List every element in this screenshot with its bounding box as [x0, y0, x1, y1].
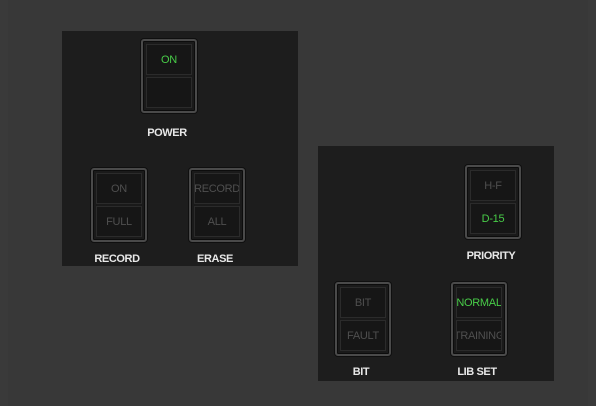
record-switch[interactable]: ON FULL [91, 168, 147, 242]
bit-label: BIT [352, 366, 370, 378]
record-full-legend: FULL [96, 206, 142, 237]
priority-d15-legend: D-15 [470, 203, 516, 234]
erase-all-legend: ALL [194, 206, 240, 237]
record-on-legend: ON [96, 173, 142, 204]
erase-switch[interactable]: RECORD ALL [189, 168, 245, 242]
priority-label: PRIORITY [466, 250, 516, 262]
erase-record-legend: RECORD [194, 173, 240, 204]
right-control-panel: H-F D-15 PRIORITY BIT FAULT BIT NORMAL T… [318, 146, 554, 381]
power-on-legend: ON [146, 44, 192, 75]
fault-legend: FAULT [340, 320, 386, 351]
left-control-panel: ON POWER ON FULL RECORD RECORD ALL ERASE [62, 31, 298, 266]
lib-set-switch[interactable]: NORMAL TRAINING [451, 282, 507, 356]
record-label: RECORD [94, 253, 140, 265]
priority-switch[interactable]: H-F D-15 [465, 165, 521, 239]
bit-legend: BIT [340, 287, 386, 318]
erase-label: ERASE [197, 253, 233, 265]
power-switch[interactable]: ON [141, 39, 197, 113]
power-label: POWER [147, 127, 187, 139]
power-lower-legend [146, 77, 192, 108]
bit-switch[interactable]: BIT FAULT [335, 282, 391, 356]
lib-set-training-legend: TRAINING [456, 320, 502, 351]
lib-set-normal-legend: NORMAL [456, 287, 502, 318]
lib-set-label: LIB SET [457, 366, 497, 378]
priority-hf-legend: H-F [470, 170, 516, 201]
